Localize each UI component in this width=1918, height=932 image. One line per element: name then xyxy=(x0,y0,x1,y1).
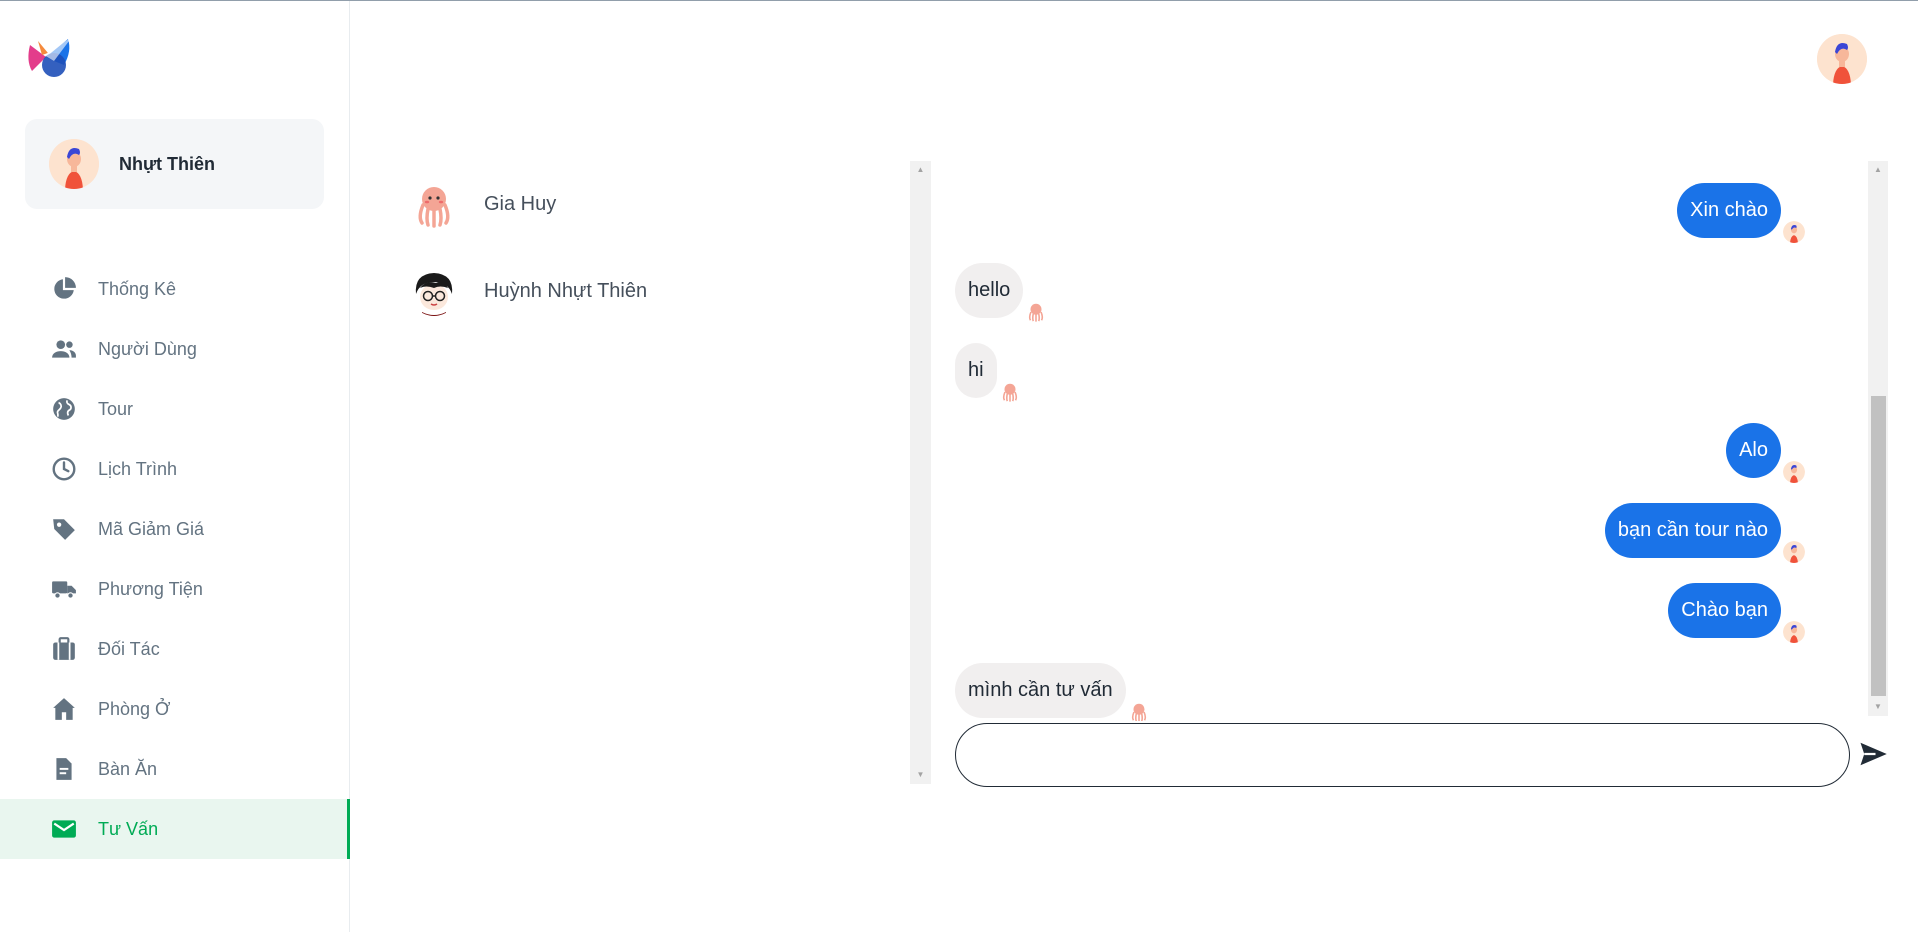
message-bubble: Chào bạn xyxy=(1668,583,1781,638)
nav-label: Đối Tác xyxy=(98,638,160,659)
message-outgoing: Chào bạn xyxy=(1668,583,1805,643)
nav-label: Mã Giảm Giá xyxy=(98,518,205,539)
send-icon[interactable] xyxy=(1858,739,1890,771)
nav-item-doi-tac[interactable]: Đối Tác xyxy=(0,619,350,679)
octopus-avatar xyxy=(998,381,1021,403)
nav-label: Phương Tiện xyxy=(98,578,203,599)
nav-label: Người Dùng xyxy=(98,338,197,359)
globe-icon xyxy=(50,395,78,423)
contact-name: Huỳnh Nhựt Thiên xyxy=(484,280,648,302)
sender-avatar xyxy=(1783,621,1805,643)
message-bubble: hi xyxy=(955,343,997,398)
message-bubble: hello xyxy=(955,263,1024,318)
truck-icon xyxy=(50,575,78,603)
message-incoming: hi xyxy=(955,343,1021,403)
contact-item[interactable]: Gia Huy xyxy=(400,161,930,248)
nav-item-tu-van[interactable]: Tư Vấn xyxy=(0,799,350,859)
account-card[interactable]: Nhựt Thiên xyxy=(25,119,324,209)
nav-item-phong-o[interactable]: Phòng Ở xyxy=(0,679,350,739)
user-avatar xyxy=(49,139,99,189)
brand-logo[interactable] xyxy=(24,31,76,83)
message-incoming: hello xyxy=(955,263,1048,323)
scroll-down-arrow-icon[interactable]: ▼ xyxy=(910,768,931,782)
message-incoming: mình cần tư vấn xyxy=(955,663,1150,721)
message-bubble: bạn cần tour nào xyxy=(1604,503,1781,558)
nav-label: Tư Vấn xyxy=(98,818,159,839)
scrollbar-thumb[interactable] xyxy=(1871,396,1886,696)
users-icon xyxy=(50,335,78,363)
message-outgoing: bạn cần tour nào xyxy=(1604,503,1805,563)
nav-item-tour[interactable]: Tour xyxy=(0,379,350,439)
contact-list: Gia Huy Huỳnh Nhựt Thiên xyxy=(400,161,930,784)
home-icon xyxy=(50,695,78,723)
contact-list-scrollbar[interactable]: ▲ ▼ xyxy=(910,161,931,784)
user-name: Nhựt Thiên xyxy=(119,153,216,174)
contact-name: Gia Huy xyxy=(484,193,557,215)
contact-item[interactable]: Huỳnh Nhựt Thiên xyxy=(400,248,930,335)
nav-label: Tour xyxy=(98,398,134,419)
nav-item-nguoi-dung[interactable]: Người Dùng xyxy=(0,319,350,379)
octopus-avatar xyxy=(410,180,458,229)
contact-avatar xyxy=(410,267,458,316)
briefcase-icon xyxy=(50,635,78,663)
nav-item-ma-giam-gia[interactable]: Mã Giảm Giá xyxy=(0,499,350,559)
message-outgoing: Alo xyxy=(1726,423,1805,483)
header-avatar[interactable] xyxy=(1817,34,1867,84)
pie-chart-icon xyxy=(50,275,78,303)
message-bubble: mình cần tư vấn xyxy=(955,663,1126,718)
scroll-down-arrow-icon[interactable]: ▼ xyxy=(1868,700,1888,714)
clock-icon xyxy=(50,455,78,483)
nav-label: Lịch Trình xyxy=(98,458,178,479)
message-outgoing: Xin chào xyxy=(1677,183,1805,243)
mail-icon xyxy=(50,815,78,843)
chat-scrollbar[interactable]: ▲ ▼ xyxy=(1868,161,1888,716)
octopus-avatar xyxy=(1127,701,1150,721)
chat-messages: Xin chào hello hi Alo bạn cần tour nào C… xyxy=(950,161,1870,721)
sidebar: Nhựt Thiên Thống Kê Người Dùng Tour Lịch… xyxy=(0,1,350,932)
scroll-up-arrow-icon[interactable]: ▲ xyxy=(1868,163,1888,177)
octopus-avatar xyxy=(1025,301,1048,323)
message-bubble: Xin chào xyxy=(1677,183,1781,238)
nav-label: Thống Kê xyxy=(98,278,177,299)
message-input[interactable] xyxy=(955,723,1850,787)
nav-item-phuong-tien[interactable]: Phương Tiện xyxy=(0,559,350,619)
main-nav: Thống Kê Người Dùng Tour Lịch Trình Mã G… xyxy=(0,259,350,859)
nav-label: Phòng Ở xyxy=(98,698,171,719)
document-icon xyxy=(50,755,78,783)
sender-avatar xyxy=(1783,221,1805,243)
nav-label: Bàn Ăn xyxy=(98,758,158,779)
sender-avatar xyxy=(1783,461,1805,483)
nav-item-ban-an[interactable]: Bàn Ăn xyxy=(0,739,350,799)
scroll-up-arrow-icon[interactable]: ▲ xyxy=(910,163,931,177)
tag-icon xyxy=(50,515,78,543)
nav-item-thong-ke[interactable]: Thống Kê xyxy=(0,259,350,319)
nav-item-lich-trinh[interactable]: Lịch Trình xyxy=(0,439,350,499)
message-bubble: Alo xyxy=(1726,423,1781,478)
sender-avatar xyxy=(1783,541,1805,563)
